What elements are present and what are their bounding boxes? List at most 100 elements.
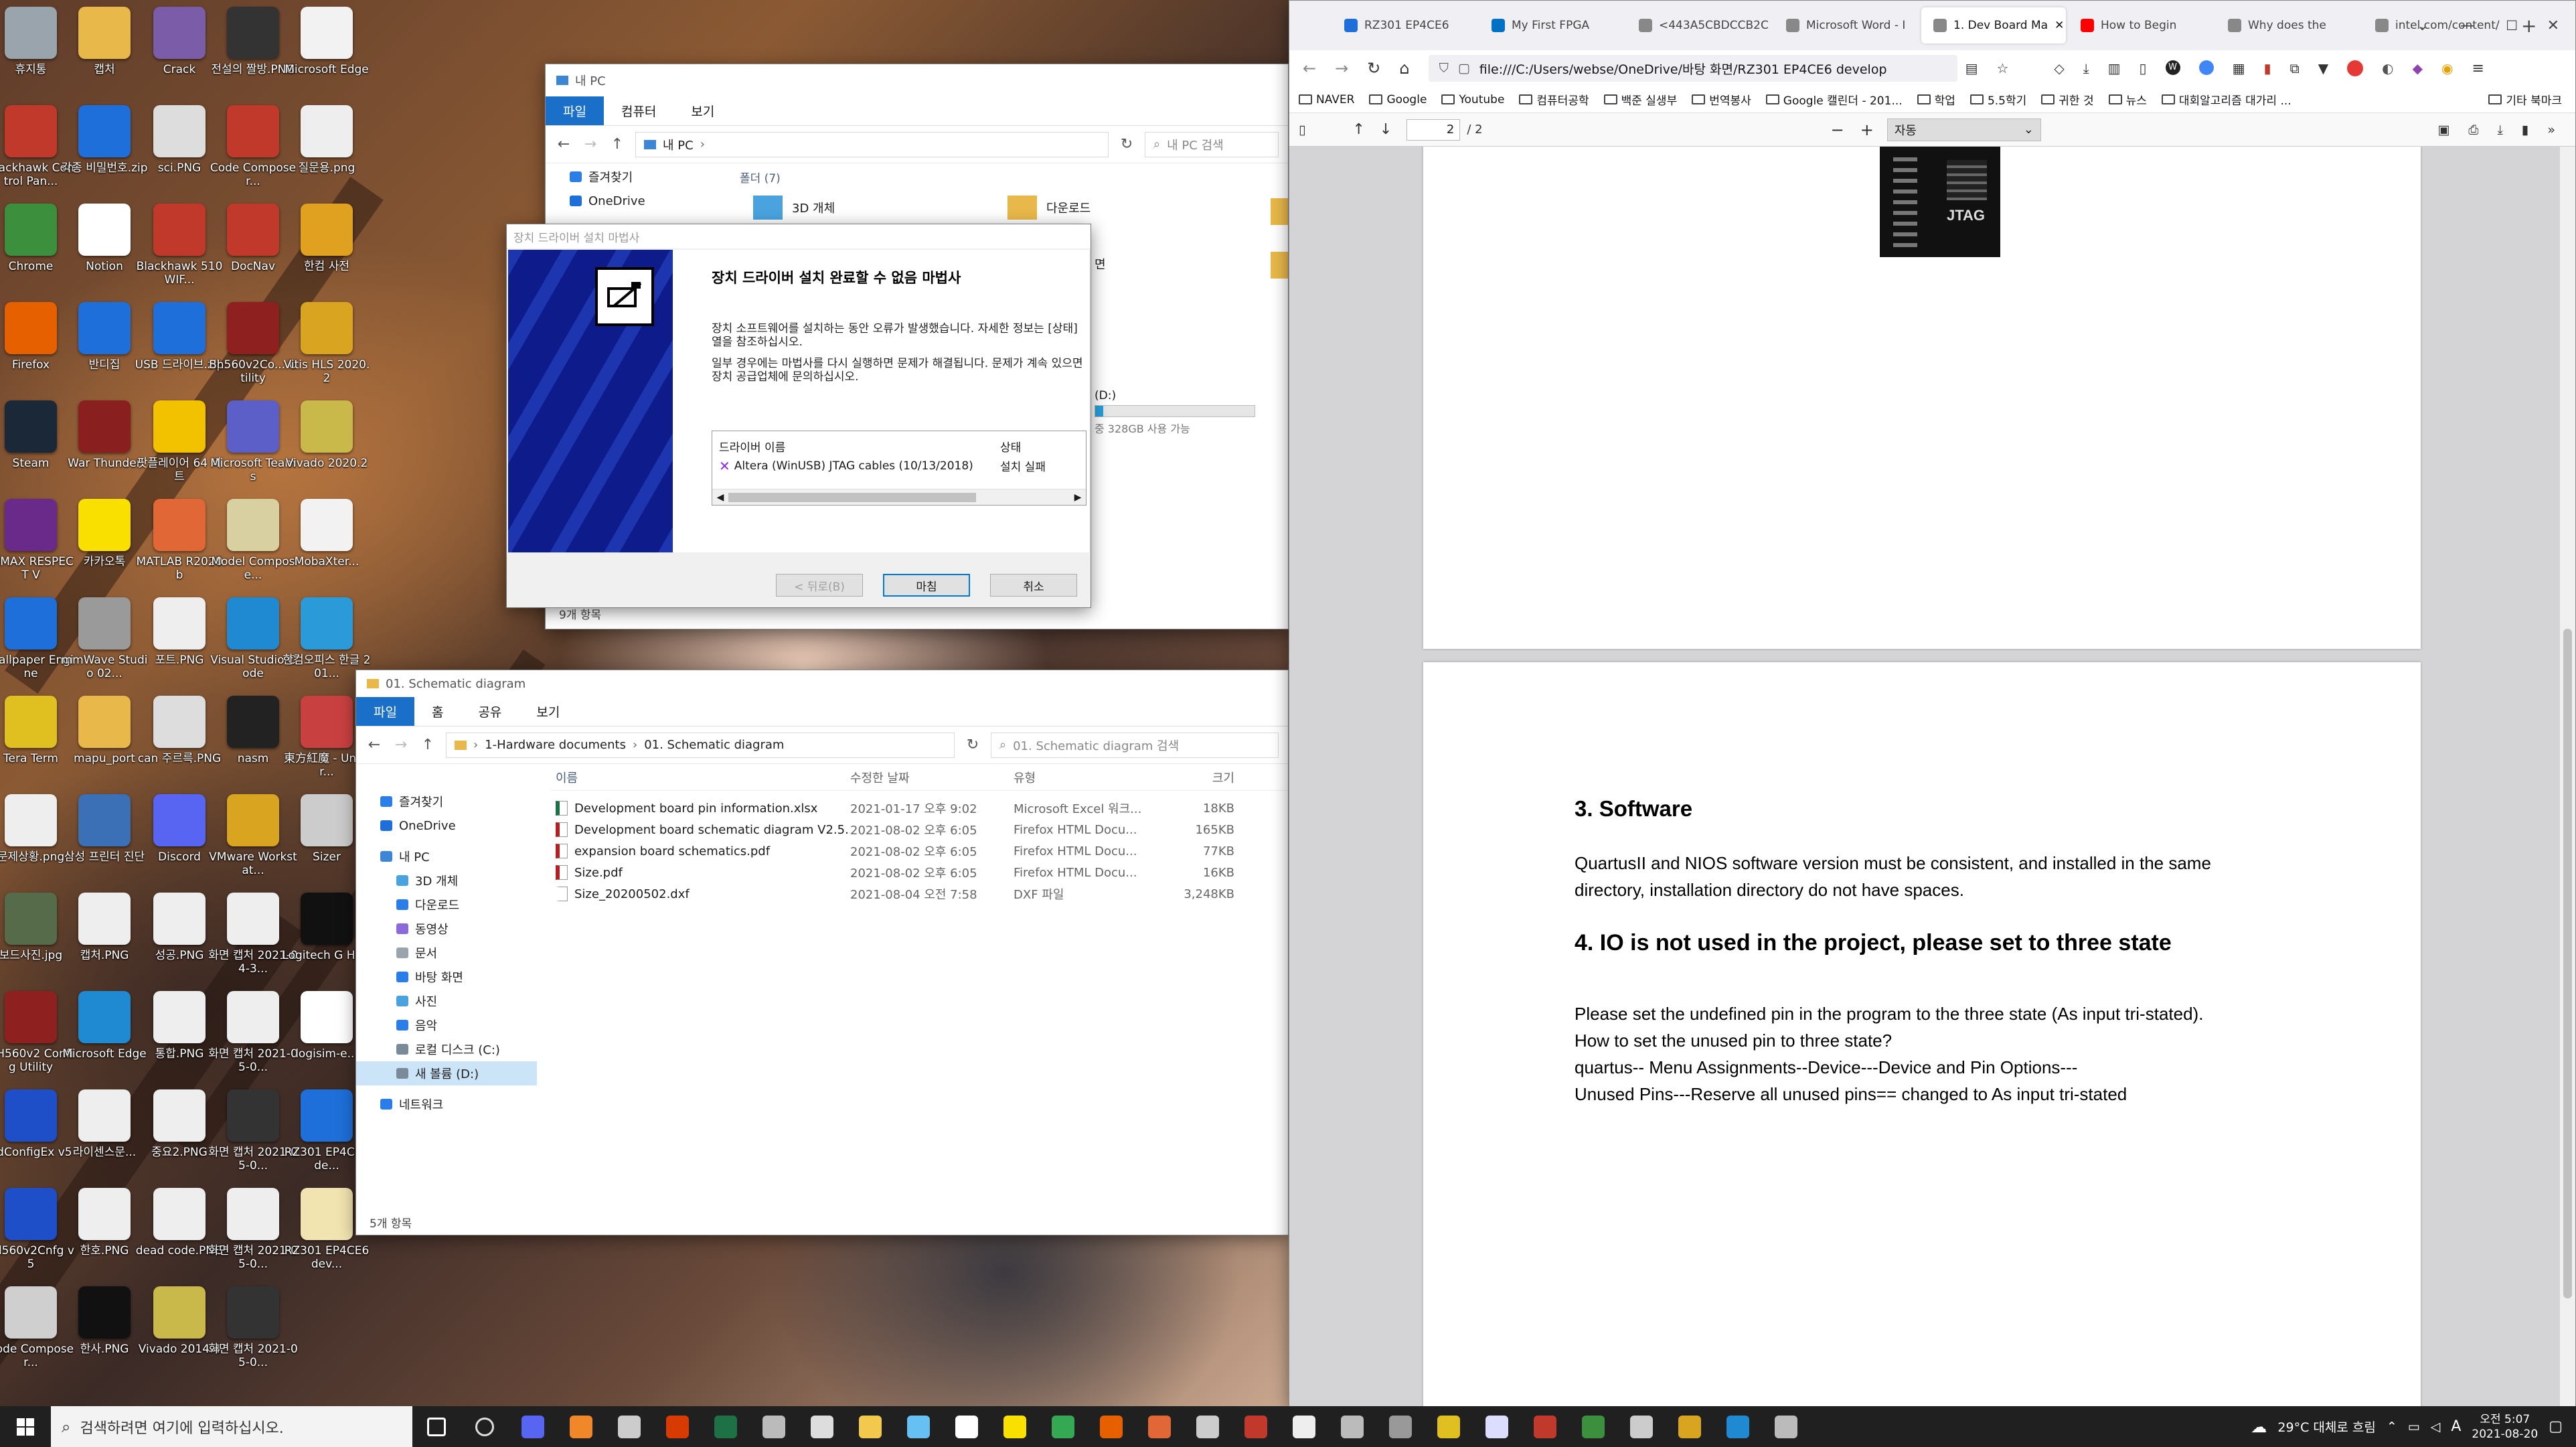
- bookmark-item[interactable]: NAVER: [1299, 93, 1354, 106]
- taskbar-app-app[interactable]: [1569, 1406, 1617, 1447]
- desktop-icon[interactable]: Vivado 2020.2: [281, 400, 372, 494]
- taskbar-app-sublime[interactable]: [557, 1406, 605, 1447]
- taskbar-app-app[interactable]: [1184, 1406, 1232, 1447]
- tab-home[interactable]: 홈: [414, 697, 461, 726]
- sidebar-toggle-icon[interactable]: ▯: [1299, 123, 1305, 137]
- tab-file[interactable]: 파일: [546, 96, 604, 125]
- tray-chevron-up-icon[interactable]: ⌃: [2387, 1420, 2397, 1434]
- taskbar-app-app[interactable]: [1762, 1406, 1810, 1447]
- extension-icon[interactable]: ▦: [2233, 60, 2245, 77]
- print-icon[interactable]: ⎙: [2468, 123, 2478, 137]
- minimize-icon[interactable]: —: [2460, 17, 2475, 34]
- refresh-icon[interactable]: ↻: [964, 737, 981, 753]
- bookmark-item[interactable]: 대회알고리즘 대가리 ...: [2161, 91, 2291, 108]
- download-icon[interactable]: ⤓: [2083, 60, 2089, 77]
- taskbar-app-files[interactable]: [798, 1406, 846, 1447]
- back-arrow-icon[interactable]: ←: [555, 136, 572, 153]
- column-type[interactable]: 유형: [1014, 769, 1154, 786]
- zoom-in-icon[interactable]: +: [1860, 121, 1874, 139]
- vertical-scrollbar[interactable]: [2560, 147, 2575, 1407]
- folder-item-downloads[interactable]: 다운로드: [1008, 196, 1091, 220]
- column-name[interactable]: 이름: [550, 769, 850, 786]
- dialog-title-bar[interactable]: 장치 드라이버 설치 마법사: [507, 224, 1091, 248]
- taskbar-app-app[interactable]: [1425, 1406, 1473, 1447]
- scroll-left-icon[interactable]: ◀: [712, 492, 728, 503]
- start-button[interactable]: [0, 1406, 51, 1447]
- bookmark-item[interactable]: 백준 실생부: [1603, 91, 1677, 108]
- save-icon[interactable]: ⤓: [2498, 123, 2503, 137]
- nav-item[interactable]: 사진: [356, 989, 537, 1013]
- notification-icon[interactable]: ▢: [2549, 1418, 2563, 1435]
- scrollbar-thumb[interactable]: [728, 492, 976, 502]
- network-icon[interactable]: ▭: [2408, 1420, 2420, 1434]
- home-icon[interactable]: ⌂: [1399, 59, 1409, 78]
- breadcrumb-schematic[interactable]: 01. Schematic diagram: [644, 738, 784, 752]
- zoom-out-icon[interactable]: −: [1831, 121, 1844, 139]
- close-icon[interactable]: ✕: [2547, 17, 2559, 34]
- forward-arrow-icon[interactable]: →: [392, 737, 410, 753]
- nav-item[interactable]: 동영상: [356, 917, 537, 941]
- taskbar-app-app[interactable]: [750, 1406, 798, 1447]
- nav-item[interactable]: 음악: [356, 1013, 537, 1037]
- extension-icon[interactable]: ▮: [2263, 60, 2271, 77]
- extension-icon[interactable]: ⧉: [2289, 60, 2299, 77]
- bookmark-icon[interactable]: ▮: [2522, 123, 2528, 137]
- address-bar[interactable]: › 1-Hardware documents › 01. Schematic d…: [446, 732, 955, 758]
- taskbar-app-steam[interactable]: [894, 1406, 943, 1447]
- finish-button[interactable]: 마침: [883, 574, 970, 597]
- back-button[interactable]: < 뒤로(B): [776, 574, 863, 597]
- taskbar-app-vscode[interactable]: [1714, 1406, 1762, 1447]
- taskbar-app-cortana[interactable]: [461, 1406, 509, 1447]
- back-arrow-icon[interactable]: ←: [1303, 59, 1316, 78]
- taskbar-app-terminal[interactable]: [1280, 1406, 1328, 1447]
- bookmark-item[interactable]: 컴퓨터공학: [1519, 91, 1589, 108]
- bookmark-star-icon[interactable]: ☆: [1996, 60, 2008, 76]
- file-row[interactable]: Development board schematic diagram V2.5…: [550, 819, 1288, 840]
- taskbar-search-box[interactable]: ⌕ 검색하려면 여기에 입력하십시오.: [51, 1406, 412, 1447]
- desktop-icon[interactable]: MobaXter...: [281, 499, 372, 593]
- forward-arrow-icon[interactable]: →: [582, 136, 599, 153]
- drive-d-tile[interactable]: (D:) 중 328GB 사용 가능: [1095, 389, 1269, 436]
- ime-indicator[interactable]: A: [2451, 1418, 2461, 1435]
- page-number-input[interactable]: 2: [1406, 119, 1461, 141]
- browser-tab[interactable]: RZ301 EP4CE6: [1332, 7, 1477, 44]
- weather-text[interactable]: 29°C 대체로 흐림: [2277, 1418, 2375, 1436]
- nav-item[interactable]: OneDrive: [356, 814, 537, 838]
- nav-quick-access[interactable]: 즐겨찾기: [546, 165, 726, 189]
- nav-item[interactable]: 네트워크: [356, 1092, 537, 1116]
- file-row[interactable]: Development board pin information.xlsx 20…: [550, 797, 1288, 819]
- up-arrow-icon[interactable]: ↑: [419, 737, 436, 753]
- next-page-icon[interactable]: ↓: [1380, 121, 1392, 138]
- cancel-button[interactable]: 취소: [990, 574, 1077, 597]
- nav-item[interactable]: 새 볼륨 (D:): [356, 1061, 537, 1085]
- refresh-icon[interactable]: ↻: [1118, 136, 1135, 153]
- browser-tab[interactable]: How to Begin: [2069, 7, 2213, 44]
- taskbar-app-excel[interactable]: [702, 1406, 750, 1447]
- browser-tab[interactable]: 1. Dev Board Ma ✕: [1921, 7, 2066, 44]
- bookmark-item[interactable]: Youtube: [1441, 93, 1504, 106]
- extension-icon[interactable]: ◉: [2441, 60, 2453, 77]
- bookmark-item[interactable]: Google 캘린더 - 201...: [1765, 91, 1903, 108]
- search-input[interactable]: ⌕ 내 PC 검색: [1145, 131, 1279, 157]
- tab-close-icon[interactable]: ✕: [2055, 19, 2064, 32]
- column-size[interactable]: 크기: [1154, 769, 1234, 786]
- file-row[interactable]: Size_20200502.dxf 2021-08-04 오전 7:58 DXF 파…: [550, 883, 1288, 905]
- nav-item[interactable]: 3D 개체: [356, 868, 537, 893]
- taskbar-app-notion[interactable]: [943, 1406, 991, 1447]
- taskbar-app-task-view[interactable]: [412, 1406, 461, 1447]
- adblock-icon[interactable]: [2347, 60, 2364, 76]
- clock[interactable]: 오전 5:07 2021-08-20: [2472, 1412, 2538, 1442]
- tab-share[interactable]: 공유: [461, 697, 519, 726]
- driver-status-table[interactable]: 드라이버 이름 상태 ✕ Altera (WinUSB) JTAG cables…: [712, 431, 1086, 506]
- browser-tab[interactable]: Why does the: [2216, 7, 2360, 44]
- up-arrow-icon[interactable]: ↑: [609, 136, 626, 153]
- back-arrow-icon[interactable]: ←: [366, 737, 383, 753]
- taskbar-app-app[interactable]: [605, 1406, 653, 1447]
- browser-tab[interactable]: <443A5CBDCCB2C: [1627, 7, 1771, 44]
- desktop-icon[interactable]: Vitis HLS 2020.2: [281, 302, 372, 396]
- breadcrumb-this-pc[interactable]: 내 PC: [663, 136, 694, 153]
- taskbar-app-discord[interactable]: [509, 1406, 557, 1447]
- nav-item[interactable]: 로컬 디스크 (C:): [356, 1037, 537, 1061]
- bookmark-item[interactable]: 5.5학기: [1969, 91, 2026, 108]
- tab-list-chevron-icon[interactable]: ⌄: [2417, 17, 2428, 33]
